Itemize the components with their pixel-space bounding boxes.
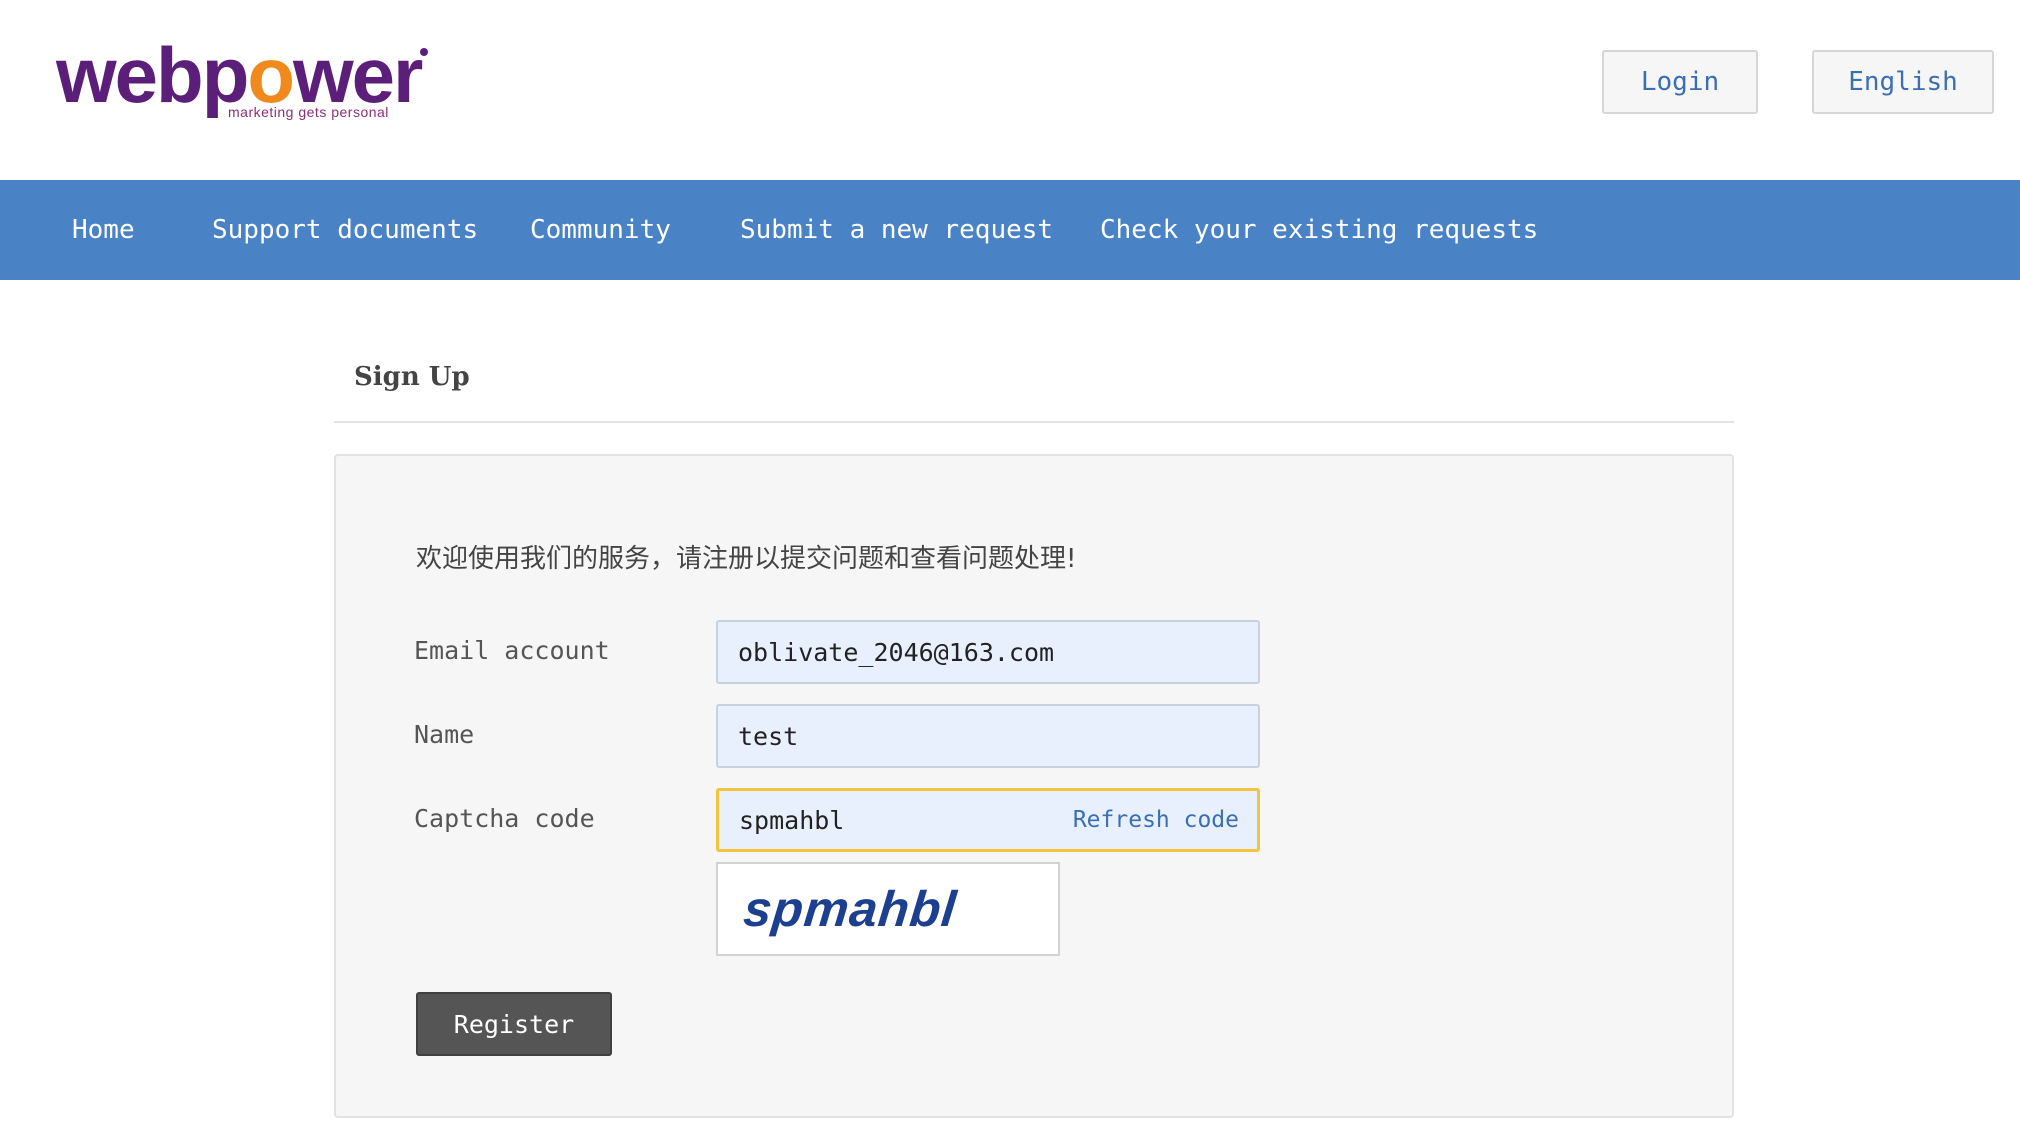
logo-tagline: marketing gets personal xyxy=(228,104,389,120)
webpower-logo[interactable]: webpower marketing gets personal xyxy=(56,36,436,126)
refresh-code-link[interactable]: Refresh code xyxy=(1073,791,1239,849)
main-nav: Home Support documents Community Submit … xyxy=(0,180,2020,280)
register-button[interactable]: Register xyxy=(416,992,612,1056)
site-header: webpower marketing gets personal Login E… xyxy=(0,0,2020,180)
captcha-field-wrapper: Refresh code xyxy=(716,788,1260,852)
captcha-image: spmahbl xyxy=(716,862,1060,956)
nav-item-support-documents[interactable]: Support documents xyxy=(212,180,478,280)
logo-wordmark: webpower xyxy=(56,31,423,119)
welcome-message: 欢迎使用我们的服务，请注册以提交问题和查看问题处理! xyxy=(416,544,1077,574)
name-label: Name xyxy=(414,720,475,749)
nav-item-submit-request[interactable]: Submit a new request xyxy=(740,180,1053,280)
email-label: Email account xyxy=(414,636,610,665)
logo-dot xyxy=(420,48,428,56)
nav-item-home[interactable]: Home xyxy=(72,180,135,280)
name-field-wrapper xyxy=(716,704,1260,768)
login-button[interactable]: Login xyxy=(1602,50,1758,114)
nav-item-check-requests[interactable]: Check your existing requests xyxy=(1100,180,1538,280)
language-button[interactable]: English xyxy=(1812,50,1994,114)
name-field[interactable] xyxy=(718,706,1258,766)
captcha-image-text: spmahbl xyxy=(741,881,960,937)
email-field[interactable] xyxy=(718,622,1258,682)
page-title: Sign Up xyxy=(354,362,470,392)
captcha-label: Captcha code xyxy=(414,804,595,833)
title-divider xyxy=(334,421,1734,423)
nav-item-community[interactable]: Community xyxy=(530,180,671,280)
email-field-wrapper xyxy=(716,620,1260,684)
